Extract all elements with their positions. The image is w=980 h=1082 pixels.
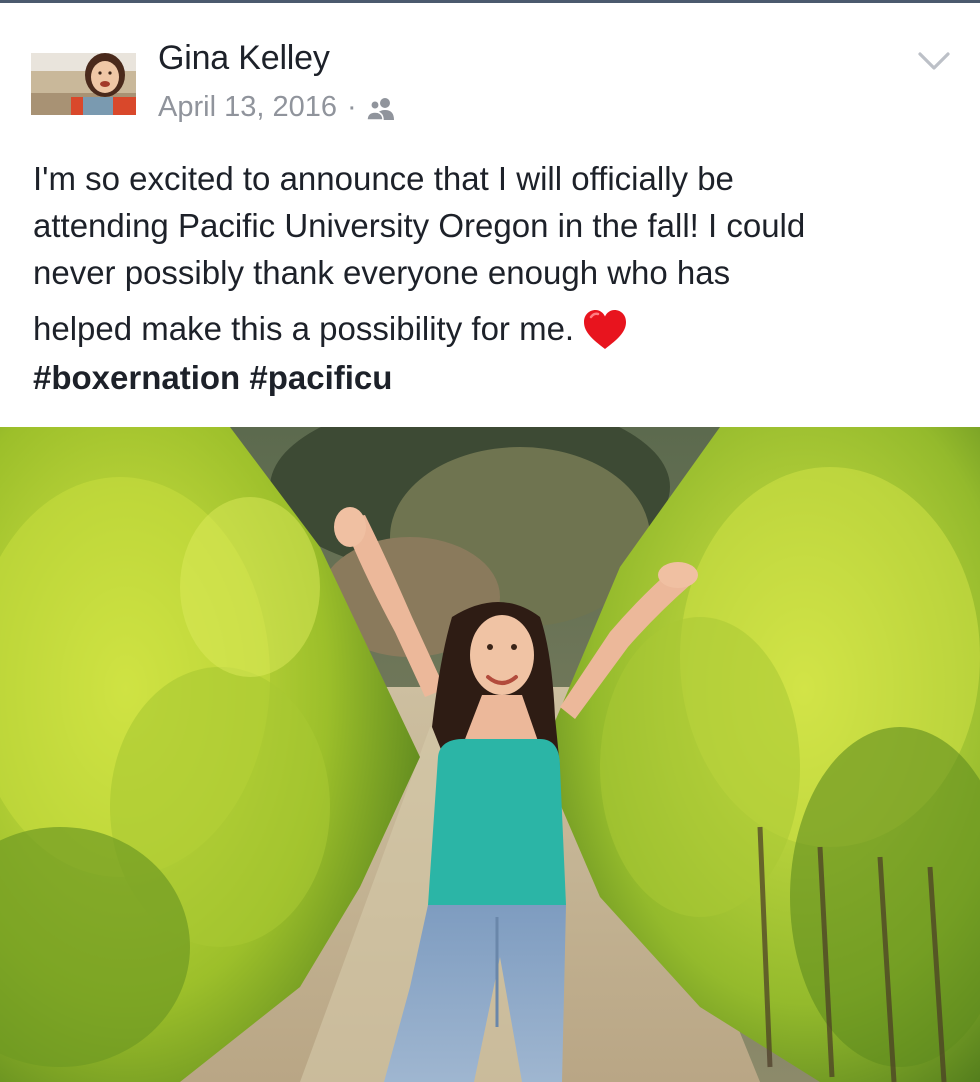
author-name[interactable]: Gina Kelley bbox=[158, 39, 330, 78]
post-date[interactable]: April 13, 2016 bbox=[158, 91, 337, 124]
friends-icon[interactable] bbox=[365, 96, 397, 122]
post-card: Gina Kelley April 13, 2016 · I'm so exci… bbox=[0, 3, 980, 1082]
meta-separator: · bbox=[346, 91, 357, 123]
post-photo[interactable] bbox=[0, 427, 980, 1082]
post-meta: April 13, 2016 · bbox=[158, 91, 397, 124]
vineyard-photo bbox=[0, 427, 980, 1082]
post-text-line: helped make this a possibility for me. bbox=[33, 310, 575, 347]
avatar[interactable] bbox=[31, 53, 136, 115]
red-heart-icon bbox=[584, 310, 627, 349]
hashtags: #boxernation #pacificu bbox=[33, 354, 958, 401]
post-message: I'm so excited to announce that I will o… bbox=[33, 155, 958, 401]
chevron-down-icon[interactable] bbox=[914, 45, 954, 75]
post-text-line-last: helped make this a possibility for me. bbox=[33, 305, 958, 352]
post-text-line: attending Pacific University Oregon in t… bbox=[33, 207, 806, 244]
hashtag-pacificu[interactable]: #pacificu bbox=[249, 359, 392, 396]
post-text-line: I'm so excited to announce that I will o… bbox=[33, 160, 734, 197]
avatar-photo bbox=[31, 53, 136, 115]
post-text-line: never possibly thank everyone enough who… bbox=[33, 254, 731, 291]
hashtag-boxernation[interactable]: #boxernation bbox=[33, 359, 240, 396]
